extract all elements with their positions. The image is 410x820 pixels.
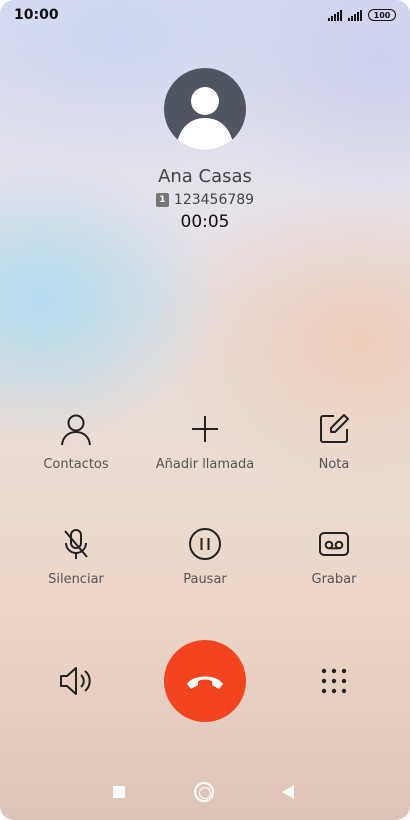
contacts-button[interactable]: Contactos — [8, 412, 144, 472]
status-bar: 10:00 100 — [0, 0, 410, 30]
home-circle-icon[interactable] — [194, 782, 214, 802]
caller-name: Ana Casas — [158, 166, 252, 187]
call-controls — [0, 640, 410, 722]
dialpad-button[interactable] — [320, 667, 348, 695]
hold-button[interactable]: Pausar — [137, 527, 273, 587]
call-screen: 10:00 100 Ana Casas 1 123456789 00:05 Co… — [0, 0, 410, 820]
caller-number: 123456789 — [173, 192, 255, 208]
note-label: Nota — [318, 457, 350, 472]
caller-number-row: 1 123456789 — [0, 192, 410, 208]
person-icon — [61, 414, 91, 446]
person-silhouette-icon — [176, 87, 234, 150]
sim-badge: 1 — [155, 193, 169, 207]
status-time: 10:00 — [14, 7, 59, 23]
recents-square-icon[interactable] — [113, 786, 125, 798]
note-button[interactable]: Nota — [266, 412, 402, 472]
add-call-label: Añadir llamada — [155, 457, 255, 472]
back-triangle-icon[interactable] — [282, 785, 294, 799]
contacts-label: Contactos — [43, 457, 109, 472]
signal-icon — [328, 9, 342, 21]
mic-off-icon — [64, 529, 88, 559]
battery-level: 100 — [373, 10, 391, 20]
speaker-icon — [60, 667, 91, 695]
record-icon — [319, 532, 349, 556]
add-call-button[interactable]: Añadir llamada — [137, 412, 273, 472]
contact-avatar — [164, 68, 246, 150]
dialpad-icon — [321, 668, 347, 694]
pause-icon — [189, 528, 221, 560]
call-duration: 00:05 — [180, 212, 230, 232]
end-call-button[interactable] — [164, 640, 246, 722]
note-edit-icon — [320, 414, 349, 443]
mute-button[interactable]: Silenciar — [8, 527, 144, 587]
signal-icon — [348, 9, 362, 21]
battery-icon: 100 — [368, 9, 396, 21]
hang-up-icon — [187, 676, 223, 689]
plus-icon — [192, 416, 218, 442]
navigation-bar — [0, 776, 410, 810]
record-button[interactable]: Grabar — [266, 527, 402, 587]
status-icons: 100 — [328, 9, 396, 21]
mute-label: Silenciar — [48, 572, 104, 587]
record-label: Grabar — [311, 572, 357, 587]
hold-label: Pausar — [183, 572, 227, 587]
speaker-button[interactable] — [58, 664, 94, 698]
